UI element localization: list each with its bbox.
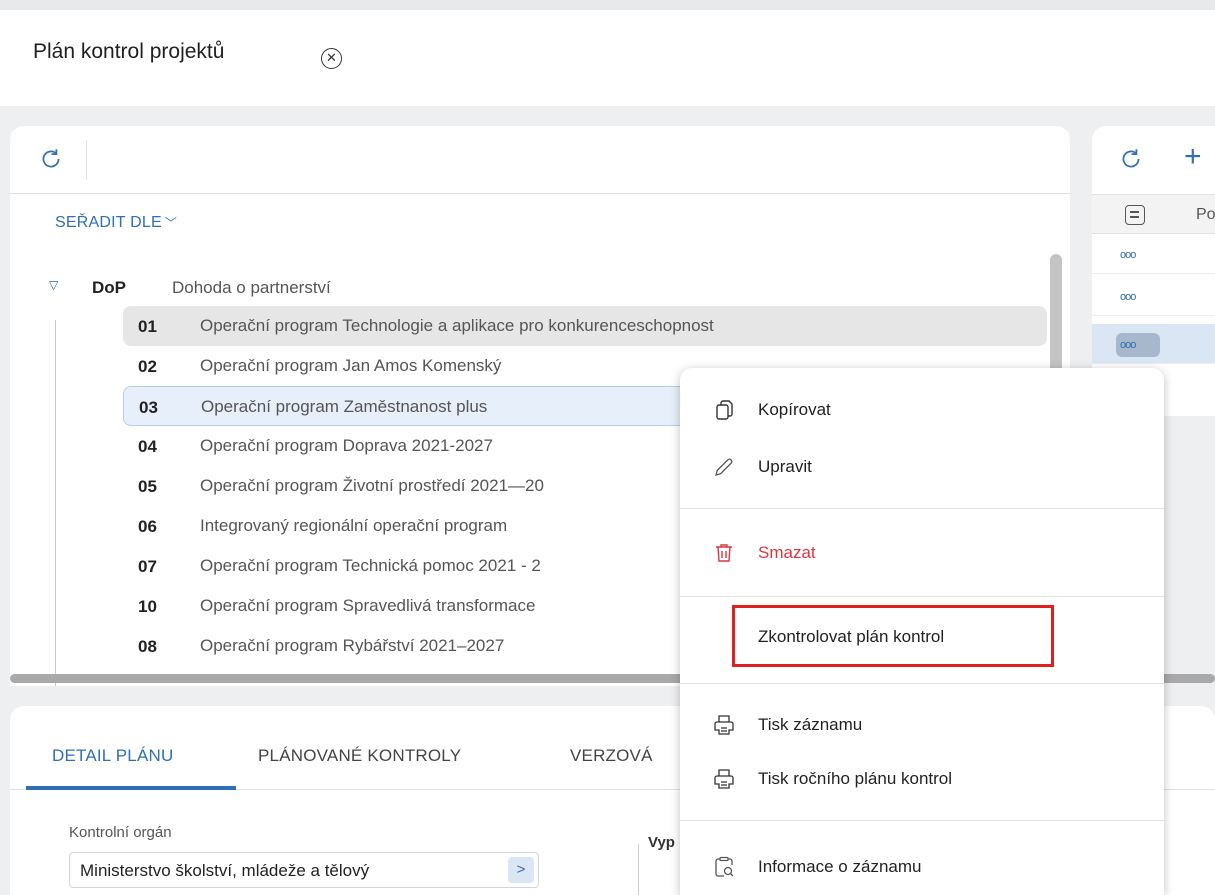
menu-item-delete[interactable]: Smazat <box>680 528 1164 578</box>
table-row[interactable]: ooo <box>1092 276 1215 316</box>
item-name: Operační program Doprava 2021-2027 <box>200 436 493 455</box>
kontrolni-organ-field[interactable]: Ministerstvo školství, mládeže a tělový … <box>69 852 539 888</box>
table-row[interactable]: ooo <box>1092 234 1215 274</box>
column-header: Po <box>1196 206 1215 223</box>
menu-label: Upravit <box>758 457 812 476</box>
sort-button[interactable]: SEŘADIT DLE ﹀ <box>55 214 177 232</box>
menu-divider <box>680 596 1164 597</box>
context-menu: Kopírovat Upravit Smazat Zkontrolovat pl… <box>680 368 1164 895</box>
menu-divider <box>680 820 1164 821</box>
menu-label: Smazat <box>758 543 816 562</box>
sort-label: SEŘADIT DLE <box>55 214 162 231</box>
tab-verzovani[interactable]: VERZOVÁ <box>570 746 653 766</box>
item-name: Operační program Životní prostředí 2021—… <box>200 476 544 495</box>
item-code: 01 <box>138 317 157 336</box>
table-row[interactable]: ooo <box>1092 324 1215 364</box>
field-label: Kontrolní orgán <box>69 824 172 841</box>
item-code: 02 <box>138 357 157 376</box>
copy-icon <box>716 400 733 420</box>
item-code: 03 <box>139 398 158 417</box>
root-code: DoP <box>92 278 126 297</box>
close-icon[interactable]: ✕ <box>321 48 342 69</box>
tree-root[interactable]: ▽ DoP Dohoda o partnerství <box>10 274 610 304</box>
add-icon[interactable]: + <box>1184 140 1202 174</box>
refresh-icon[interactable] <box>38 146 64 172</box>
menu-label: Tisk ročního plánu kontrol <box>758 769 953 788</box>
item-name: Integrovaný regionální operační program <box>200 516 508 535</box>
active-tab-indicator <box>26 786 236 790</box>
item-code: 10 <box>138 597 157 616</box>
page-title: Plán kontrol projektů <box>33 40 225 63</box>
root-name: Dohoda o partnerství <box>172 278 331 297</box>
field-value: Ministerstvo školství, mládeže a tělový <box>80 861 370 880</box>
menu-label: Informace o záznamu <box>758 857 922 876</box>
fieldset-border <box>638 844 639 895</box>
tree-item-01[interactable]: 01 Operační program Technologie a aplika… <box>123 306 1047 346</box>
print-icon <box>714 715 734 735</box>
info-search-icon <box>715 856 734 877</box>
print-icon <box>714 769 734 789</box>
table-header: Po <box>1092 194 1215 234</box>
row-actions-button[interactable]: ooo <box>1116 243 1160 267</box>
menu-divider <box>680 508 1164 509</box>
item-name: Operační program Technologie a aplikace … <box>200 316 714 335</box>
tab-planovane-kontroly[interactable]: PLÁNOVANÉ KONTROLY <box>258 746 461 766</box>
trash-icon <box>716 544 732 562</box>
menu-item-print-annual-plan[interactable]: Tisk ročního plánu kontrol <box>680 754 1164 804</box>
item-name: Operační program Zaměstnanost plus <box>201 397 488 416</box>
page-header: Plán kontrol projektů ✕ <box>0 0 1215 106</box>
menu-divider <box>680 683 1164 684</box>
menu-label: Tisk záznamu <box>758 715 863 734</box>
chevron-right-icon[interactable]: > <box>508 857 534 883</box>
item-name: Operační program Spravedlivá transformac… <box>200 596 536 615</box>
collapse-triangle-icon[interactable]: ▽ <box>49 278 58 292</box>
refresh-icon[interactable] <box>1118 146 1144 172</box>
tree-toolbar <box>10 126 1070 194</box>
tab-detail-planu[interactable]: DETAIL PLÁNU <box>52 746 173 766</box>
chevron-down-icon: ﹀ <box>164 216 178 230</box>
item-code: 06 <box>138 517 157 536</box>
row-actions-button[interactable]: ooo <box>1116 333 1160 357</box>
pencil-icon <box>715 458 733 476</box>
toolbar-divider <box>86 140 87 180</box>
item-code: 05 <box>138 477 157 496</box>
item-name: Operační program Technická pomoc 2021 - … <box>200 556 541 575</box>
menu-item-print-record[interactable]: Tisk záznamu <box>680 700 1164 750</box>
menu-item-record-info[interactable]: Informace o záznamu <box>680 842 1164 892</box>
item-name: Operační program Rybářství 2021–2027 <box>200 636 505 655</box>
item-code: 04 <box>138 437 157 456</box>
menu-item-edit[interactable]: Upravit <box>680 442 1164 492</box>
menu-item-copy[interactable]: Kopírovat <box>680 385 1164 435</box>
tree-guide-line <box>55 320 56 686</box>
column-settings-icon[interactable] <box>1125 205 1145 225</box>
highlight-box <box>732 605 1054 667</box>
item-code: 07 <box>138 557 157 576</box>
item-code: 08 <box>138 637 157 656</box>
item-name: Operační program Jan Amos Komenský <box>200 356 502 375</box>
menu-label: Kopírovat <box>758 400 831 419</box>
row-actions-button[interactable]: ooo <box>1116 285 1160 309</box>
fieldset-legend: Vyp <box>648 834 675 851</box>
